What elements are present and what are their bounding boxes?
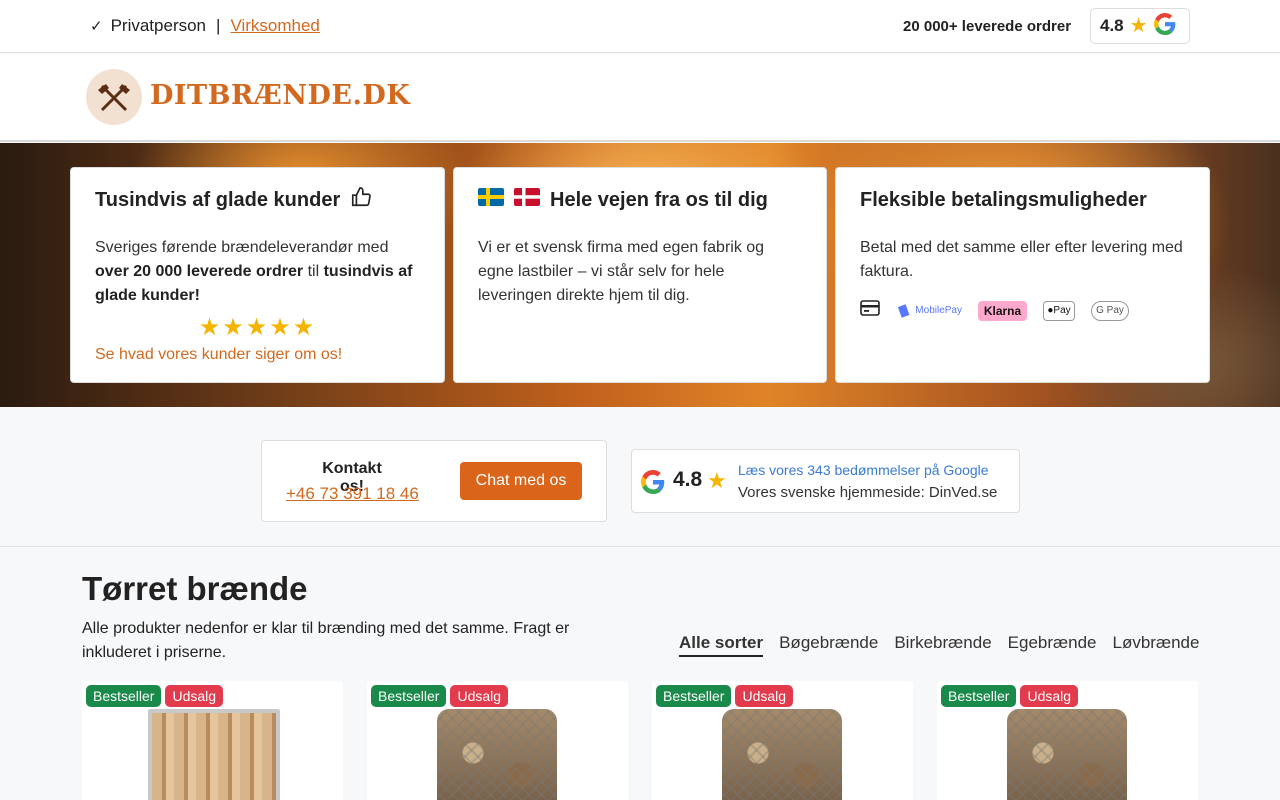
bestseller-badge: Bestseller bbox=[86, 685, 162, 707]
google-reviews-link[interactable]: Læs vores 343 bedømmelser på Google bbox=[738, 462, 989, 478]
google-icon bbox=[641, 470, 665, 499]
logo-text[interactable]: DITBRÆNDE.DK bbox=[150, 80, 410, 111]
phone-link[interactable]: +46 73 391 18 46 bbox=[286, 484, 419, 504]
product-card[interactable]: Bestseller Udsalg bbox=[652, 681, 913, 800]
bestseller-badge: Bestseller bbox=[941, 685, 1017, 707]
product-image[interactable] bbox=[722, 709, 842, 800]
tab-beech[interactable]: Bøgebrænde bbox=[779, 633, 878, 657]
customer-reviews-link[interactable]: Se hvad vores kunder siger om os! bbox=[95, 346, 420, 364]
separator: | bbox=[216, 16, 221, 35]
apple-pay-label: Pay bbox=[1053, 305, 1071, 316]
star-icon: ★ bbox=[707, 468, 727, 493]
product-badges: Bestseller Udsalg bbox=[371, 685, 509, 707]
business-link[interactable]: Virksomhed bbox=[230, 16, 319, 36]
payment-text: Betal med det samme eller efter levering… bbox=[860, 239, 1183, 280]
customer-type-switch: ✓ Privatperson | Virksomhed bbox=[90, 16, 320, 36]
swedish-flag-icon bbox=[478, 188, 504, 212]
product-image[interactable] bbox=[437, 709, 557, 800]
check-icon: ✓ bbox=[90, 18, 103, 35]
product-badges: Bestseller Udsalg bbox=[941, 685, 1079, 707]
mobilepay-icon: MobilePay bbox=[896, 301, 962, 321]
delivery-text: Vi er et svensk firma med egen fabrik og… bbox=[478, 239, 765, 304]
sale-badge: Udsalg bbox=[450, 685, 509, 707]
tab-birch[interactable]: Birkebrænde bbox=[894, 633, 991, 657]
google-reviews-box: 4.8 ★ Læs vores 343 bedømmelser på Googl… bbox=[631, 449, 1020, 513]
product-badges: Bestseller Udsalg bbox=[656, 685, 794, 707]
orders-count: 20 000+ leverede ordrer bbox=[903, 18, 1072, 35]
delivery-title: Hele vejen fra os til dig bbox=[550, 188, 768, 211]
rating-value: 4.8 bbox=[1100, 16, 1124, 35]
payment-card: Fleksible betalingsmuligheder Betal med … bbox=[835, 167, 1210, 383]
text-part: Sveriges førende brændeleverandør med bbox=[95, 239, 389, 256]
happy-customers-title: Tusindvis af glade kunder bbox=[95, 188, 341, 211]
tab-all-types[interactable]: Alle sorter bbox=[679, 633, 764, 657]
sale-badge: Udsalg bbox=[735, 685, 794, 707]
sale-badge: Udsalg bbox=[1020, 685, 1079, 707]
card-title: Tusindvis af glade kunder bbox=[95, 186, 420, 214]
product-badges: Bestseller Udsalg bbox=[86, 685, 224, 707]
payment-title: Fleksible betalingsmuligheder bbox=[860, 188, 1147, 211]
klarna-icon: Klarna bbox=[978, 300, 1027, 321]
contact-box: Kontakt os! +46 73 391 18 46 Chat med os bbox=[261, 440, 607, 522]
bestseller-badge: Bestseller bbox=[371, 685, 447, 707]
payment-methods: MobilePay Klarna ● Pay G Pay bbox=[860, 300, 1185, 321]
thumbs-up-icon bbox=[350, 186, 372, 214]
google-icon bbox=[1153, 12, 1176, 40]
section-title: Tørret brænde bbox=[82, 570, 308, 607]
card-title: Hele vejen fra os til dig bbox=[478, 186, 802, 214]
private-person-option[interactable]: Privatperson bbox=[111, 16, 206, 36]
section-description: Alle produkter nedenfor er klar til bræn… bbox=[82, 620, 570, 661]
danish-flag-icon bbox=[514, 188, 540, 212]
site-header: DITBRÆNDE.DK bbox=[0, 54, 1280, 142]
delivery-card: Hele vejen fra os til dig Vi er et svens… bbox=[453, 167, 827, 383]
product-card[interactable]: Bestseller Udsalg bbox=[367, 681, 628, 800]
product-image[interactable] bbox=[1007, 709, 1127, 800]
product-card[interactable]: Bestseller Udsalg bbox=[82, 681, 343, 800]
text-bold: over 20 000 leverede ordrer bbox=[95, 263, 304, 280]
text-part: til bbox=[303, 263, 324, 280]
hero-banner: Tusindvis af glade kunder Sveriges føren… bbox=[0, 143, 1280, 407]
google-rating-value: 4.8 bbox=[673, 468, 703, 491]
five-star-rating: ★★★★★ bbox=[198, 314, 317, 341]
apple-pay-icon: ● Pay bbox=[1043, 300, 1075, 321]
happy-customers-card: Tusindvis af glade kunder Sveriges føren… bbox=[70, 167, 445, 383]
sale-badge: Udsalg bbox=[165, 685, 224, 707]
tab-hardwood[interactable]: Løvbrænde bbox=[1113, 633, 1200, 657]
google-rating-badge[interactable]: 4.8 ★ bbox=[1090, 8, 1190, 44]
credit-card-icon bbox=[860, 300, 880, 321]
google-pay-icon: G Pay bbox=[1091, 300, 1129, 321]
top-bar: ✓ Privatperson | Virksomhed 20 000+ leve… bbox=[0, 0, 1280, 53]
star-icon: ★ bbox=[1129, 15, 1148, 37]
mobilepay-label: MobilePay bbox=[915, 305, 962, 316]
product-image[interactable] bbox=[148, 709, 280, 800]
happy-customers-text: Sveriges førende brændeleverandør med ov… bbox=[95, 236, 420, 308]
bestseller-badge: Bestseller bbox=[656, 685, 732, 707]
swedish-homepage-text: Vores svenske hjemmeside: DinVed.se bbox=[738, 484, 998, 501]
logo-axes-icon[interactable] bbox=[86, 69, 142, 125]
product-filter-tabs: Alle sorter Bøgebrænde Birkebrænde Egebr… bbox=[679, 633, 1199, 657]
tab-oak[interactable]: Egebrænde bbox=[1008, 633, 1097, 657]
product-card[interactable]: Bestseller Udsalg bbox=[937, 681, 1198, 800]
contact-strip: Kontakt os! +46 73 391 18 46 Chat med os… bbox=[0, 407, 1280, 547]
chat-button[interactable]: Chat med os bbox=[460, 462, 582, 500]
